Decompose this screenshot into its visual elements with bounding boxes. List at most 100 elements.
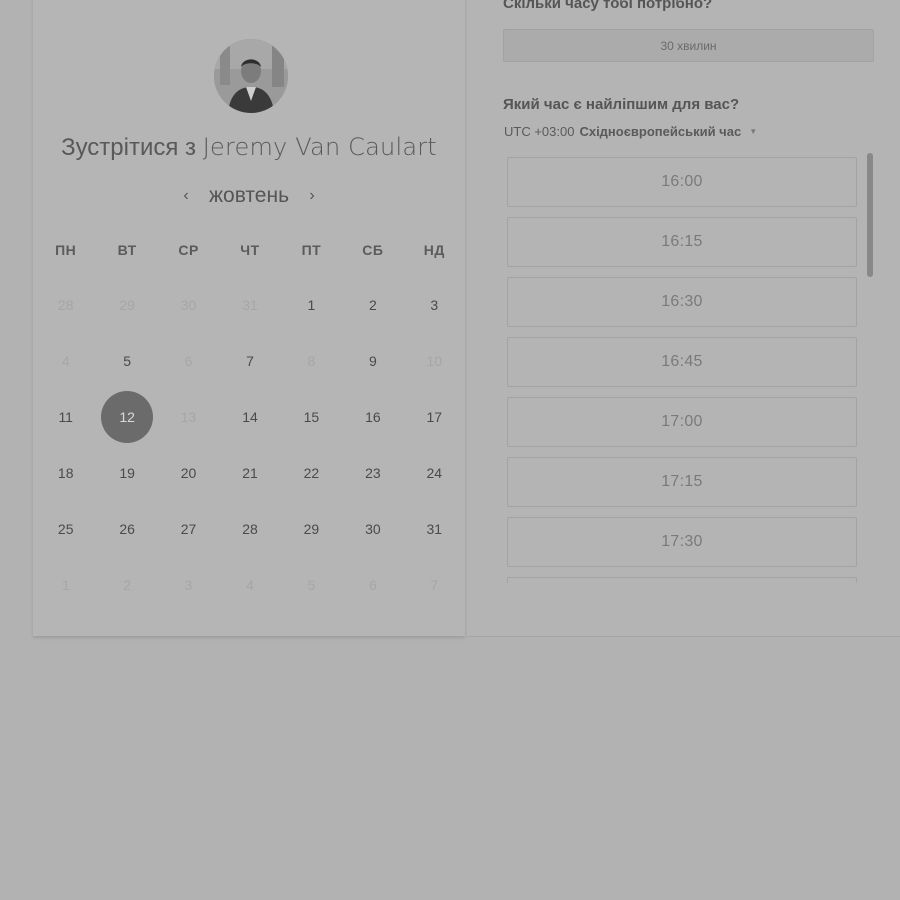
calendar-day: 8 <box>281 335 342 387</box>
calendar-day-number: 19 <box>119 465 135 481</box>
weekday-label: ПН <box>55 242 77 258</box>
calendar-day-number: 31 <box>242 297 258 313</box>
calendar-day-number: 4 <box>246 577 254 593</box>
calendar-day-number: 2 <box>123 577 132 593</box>
host-name: Jeremy Van Caulart <box>202 133 437 161</box>
calendar-day-number: 29 <box>119 297 135 313</box>
calendar-day-number: 21 <box>242 465 258 481</box>
calendar-day[interactable]: 9 <box>342 335 403 387</box>
calendar-day[interactable]: 30 <box>342 503 403 555</box>
calendar-day[interactable]: 21 <box>219 447 280 499</box>
time-slot-button[interactable]: 17:00 <box>507 397 857 447</box>
calendar-day: 10 <box>404 335 465 387</box>
time-slot-button[interactable]: 16:45 <box>507 337 857 387</box>
calendar-day[interactable]: 23 <box>342 447 403 499</box>
timezone-offset: UTC +03:00 <box>504 124 575 139</box>
calendar-day[interactable]: 19 <box>96 447 157 499</box>
weekday-label: НД <box>423 242 445 258</box>
calendar-day[interactable]: 2 <box>342 279 403 331</box>
calendar-day[interactable]: 29 <box>281 503 342 555</box>
calendar-day-number: 13 <box>180 409 197 425</box>
calendar-day[interactable]: 28 <box>219 503 280 555</box>
calendar-day-number: 10 <box>426 353 443 369</box>
calendar-day-number: 17 <box>426 409 443 425</box>
calendar-day[interactable]: 31 <box>404 503 465 555</box>
calendar-day[interactable]: 27 <box>158 503 219 555</box>
timezone-selector[interactable]: UTC +03:00 Східноєвропейський час ▼ <box>504 124 757 139</box>
calendar-day-number: 25 <box>57 521 74 537</box>
calendar-day-number: 31 <box>426 521 443 537</box>
time-slot-button[interactable]: 16:15 <box>507 217 857 267</box>
time-slot-button[interactable]: 16:30 <box>507 277 857 327</box>
calendar-day[interactable]: 17 <box>404 391 465 443</box>
calendar-day-number: 28 <box>57 297 74 313</box>
calendar-week-row: 11 12 13 14 15 16 17 <box>35 391 465 443</box>
calendar-day[interactable]: 15 <box>281 391 342 443</box>
calendar-day[interactable]: 26 <box>96 503 157 555</box>
calendar-day-number: 4 <box>61 353 70 369</box>
calendar-day-number: 16 <box>365 409 381 425</box>
calendar-day-number: 18 <box>57 465 74 481</box>
weekday-label: ЧТ <box>240 242 260 258</box>
calendar-day-number: 1 <box>61 577 70 593</box>
month-navigation: ‹ жовтень › <box>33 181 465 211</box>
calendar-day-number: 24 <box>426 465 443 481</box>
calendar-week-row: 4 5 6 7 8 9 10 <box>35 335 465 387</box>
time-slot-button[interactable]: 17:15 <box>507 457 857 507</box>
calendar-day: 31 <box>219 279 280 331</box>
weekday-header: ПН ВТ СР ЧТ ПТ СБ НД <box>35 242 465 258</box>
calendar-day[interactable]: 7 <box>219 335 280 387</box>
calendar-day-number: 5 <box>307 577 316 593</box>
time-slot-list[interactable]: 16:00 16:15 16:30 16:45 17:00 17:15 17:30 <box>503 153 875 583</box>
weekday-label: СР <box>178 242 199 258</box>
calendar-day[interactable]: 22 <box>281 447 342 499</box>
calendar-day[interactable]: 25 <box>35 503 96 555</box>
timezone-name: Східноєвропейський час <box>579 124 742 139</box>
time-slot-button[interactable]: 17:30 <box>507 517 857 567</box>
calendar-day: 3 <box>158 559 219 611</box>
weekday-label: ПТ <box>301 242 322 258</box>
calendar-week-row: 18 19 20 21 22 23 24 <box>35 447 465 499</box>
calendar-day-number: 2 <box>368 297 377 313</box>
calendar-day-number: 6 <box>184 353 193 369</box>
calendar-day[interactable]: 11 <box>35 391 96 443</box>
calendar-day-number: 20 <box>180 465 197 481</box>
chevron-left-icon[interactable]: ‹ <box>177 184 195 208</box>
calendar-day-number: 9 <box>368 353 377 369</box>
calendar-day[interactable]: 20 <box>158 447 219 499</box>
weekday-label: ВТ <box>117 242 137 258</box>
calendar-day: 7 <box>404 559 465 611</box>
calendar-day-selected[interactable]: 12 <box>96 391 157 443</box>
meeting-title: Зустрітися з Jeremy Van Caulart <box>33 133 465 162</box>
calendar-day: 5 <box>281 559 342 611</box>
calendar-day[interactable]: 16 <box>342 391 403 443</box>
calendar-day: 6 <box>342 559 403 611</box>
meeting-title-prefix: Зустрітися з <box>61 134 197 161</box>
scrollbar-thumb[interactable] <box>867 153 873 277</box>
calendar-day: 1 <box>35 559 96 611</box>
calendar-day: 29 <box>96 279 157 331</box>
calendar-day[interactable]: 14 <box>219 391 280 443</box>
calendar-day[interactable]: 18 <box>35 447 96 499</box>
calendar-day-number: 15 <box>303 409 320 425</box>
calendar-day-number: 30 <box>365 521 381 537</box>
calendar-day-number: 5 <box>123 353 132 369</box>
calendar-day-number: 27 <box>180 521 197 537</box>
calendar-day-number: 7 <box>430 577 439 593</box>
calendar-day-number: 29 <box>303 521 320 537</box>
calendar-day[interactable]: 5 <box>96 335 157 387</box>
calendar-day-number: 3 <box>430 297 439 313</box>
weekday-label: СБ <box>362 242 384 258</box>
duration-select[interactable]: 30 хвилин <box>503 29 874 62</box>
calendar-day-number: 30 <box>180 297 197 313</box>
calendar-day[interactable]: 24 <box>404 447 465 499</box>
time-slot-button[interactable]: 16:00 <box>507 157 857 207</box>
calendar-day-number: 12 <box>119 409 135 425</box>
chevron-right-icon[interactable]: › <box>303 184 321 208</box>
calendar-day[interactable]: 3 <box>404 279 465 331</box>
month-label: жовтень <box>208 184 290 207</box>
time-slot-button[interactable] <box>507 577 857 583</box>
calendar-day: 4 <box>35 335 96 387</box>
calendar-day[interactable]: 1 <box>281 279 342 331</box>
calendar-day: 13 <box>158 391 219 443</box>
